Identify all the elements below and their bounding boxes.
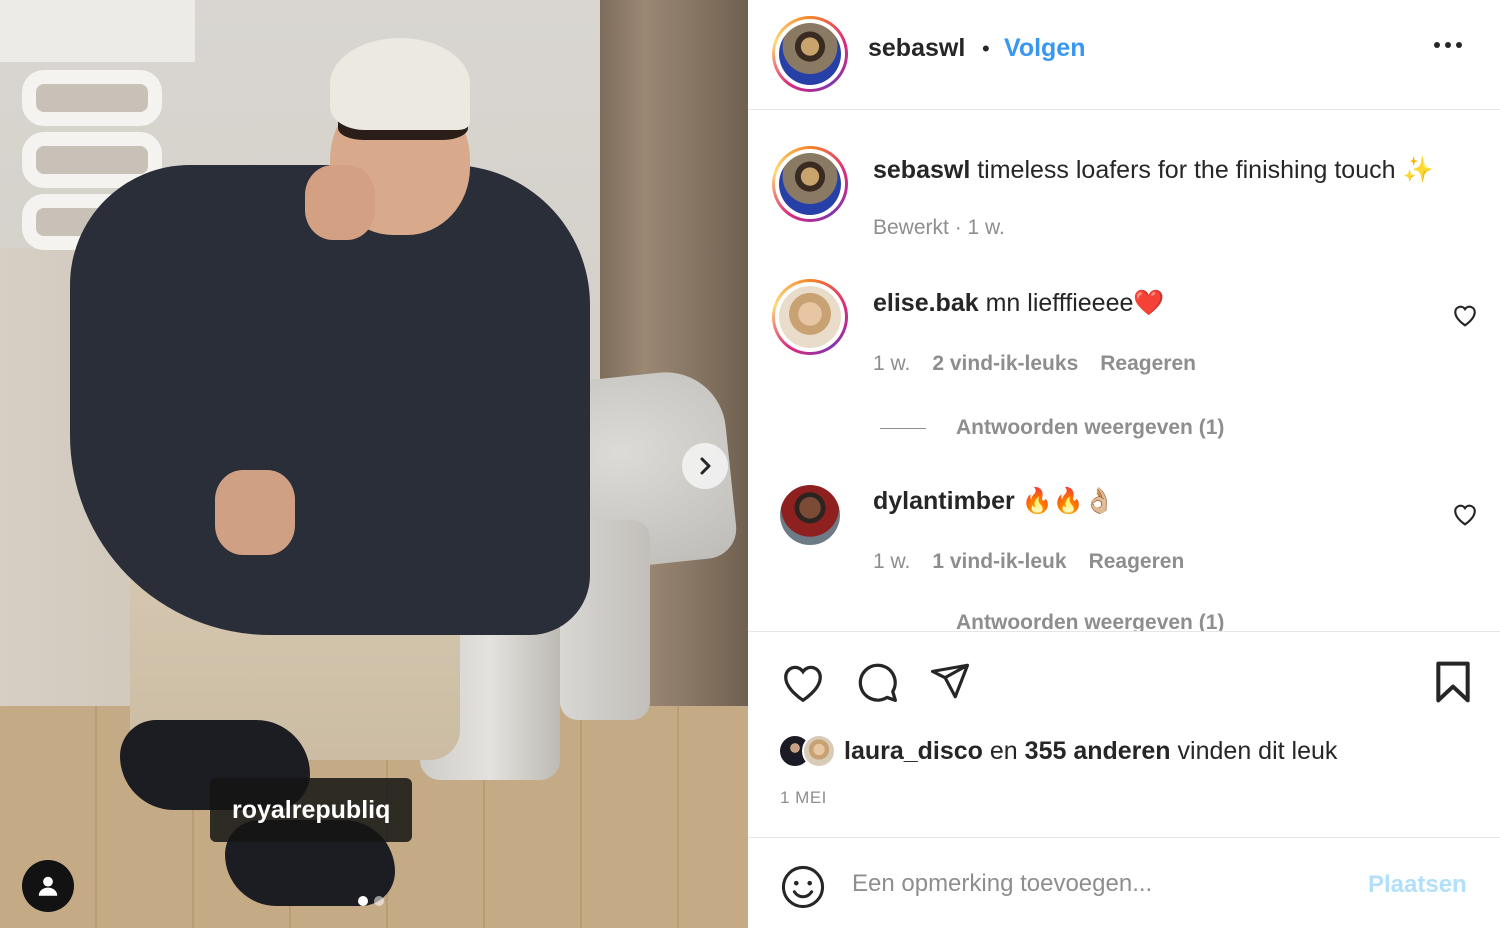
comment-meta: 1 w. 2 vind-ik-leuks Reageren: [873, 352, 1196, 376]
heart-icon[interactable]: [780, 660, 826, 704]
comment-like-icon[interactable]: [1452, 303, 1478, 327]
comment-text: 🔥🔥👌🏼: [1021, 487, 1116, 515]
emoji-icon[interactable]: [780, 864, 826, 910]
comment-username[interactable]: dylantimber: [873, 487, 1015, 515]
comment-text: mn liefffieeee❤️: [985, 289, 1165, 317]
liker-username[interactable]: laura_disco: [844, 737, 983, 765]
comment-input[interactable]: [852, 866, 1332, 902]
comment-meta: 1 w. 1 vind-ik-leuk Reageren: [873, 550, 1185, 574]
reply-button[interactable]: Reageren: [1100, 352, 1196, 376]
carousel-dot: [374, 896, 384, 906]
more-icon: [1434, 42, 1440, 48]
comment-composer: Plaatsen: [748, 837, 1500, 928]
likes-summary[interactable]: laura_disco en 355 anderen vinden dit le…: [778, 734, 1337, 768]
post-header: sebaswl • Volgen: [748, 0, 1500, 110]
comment-likes[interactable]: 1 vind-ik-leuk: [932, 550, 1066, 574]
reply-button[interactable]: Reageren: [1089, 550, 1185, 574]
next-slide-button[interactable]: [682, 443, 728, 489]
product-tag[interactable]: royalrepubliq: [210, 778, 413, 842]
comment-like-icon[interactable]: [1452, 502, 1478, 526]
caption: sebaswl timeless loafers for the finishi…: [873, 156, 1434, 185]
carousel-dot-active: [358, 896, 368, 906]
more-options-button[interactable]: [1434, 42, 1462, 48]
comments-list[interactable]: sebaswl timeless loafers for the finishi…: [748, 111, 1500, 631]
caption-text: timeless loafers for the finishing touch…: [977, 156, 1434, 184]
post-comment-button[interactable]: Plaatsen: [1368, 871, 1467, 899]
comment-username[interactable]: elise.bak: [873, 289, 979, 317]
share-icon[interactable]: [928, 660, 972, 702]
author-avatar[interactable]: [772, 16, 848, 92]
comment: dylantimber 🔥🔥👌🏼: [873, 487, 1115, 516]
carousel-dots: [358, 896, 384, 906]
post-actions: laura_disco en 355 anderen vinden dit le…: [748, 631, 1500, 837]
comment-likes[interactable]: 2 vind-ik-leuks: [932, 352, 1078, 376]
view-replies-button[interactable]: Antwoorden weergeven (1): [880, 416, 1224, 440]
view-replies-button[interactable]: Antwoorden weergeven (1): [880, 611, 1224, 631]
post-date[interactable]: 1 MEI: [780, 788, 827, 808]
liker-avatar: [802, 734, 836, 768]
comment-icon[interactable]: [854, 660, 900, 704]
chevron-right-icon: [700, 457, 711, 475]
user-tag-icon: [38, 876, 58, 896]
header-separator: •: [982, 36, 990, 61]
post-photo[interactable]: royalrepubliq: [0, 0, 748, 928]
caption-meta: Bewerkt · 1 w.: [873, 216, 1005, 239]
user-tag-button[interactable]: [22, 860, 74, 912]
lamp-shade: [0, 0, 195, 62]
caption-username[interactable]: sebaswl: [873, 156, 970, 184]
follow-button[interactable]: Volgen: [1004, 34, 1085, 63]
author-username[interactable]: sebaswl: [868, 34, 965, 63]
person-cap: [330, 38, 470, 130]
bookmark-icon[interactable]: [1434, 660, 1472, 704]
comment-avatar[interactable]: [780, 485, 840, 545]
caption-avatar[interactable]: [772, 146, 848, 222]
post-panel: sebaswl • Volgen sebaswl timeless loafer…: [748, 0, 1500, 928]
comment-avatar[interactable]: [772, 279, 848, 355]
likes-count[interactable]: 355 anderen: [1025, 737, 1171, 765]
comment: elise.bak mn liefffieeee❤️: [873, 289, 1165, 318]
